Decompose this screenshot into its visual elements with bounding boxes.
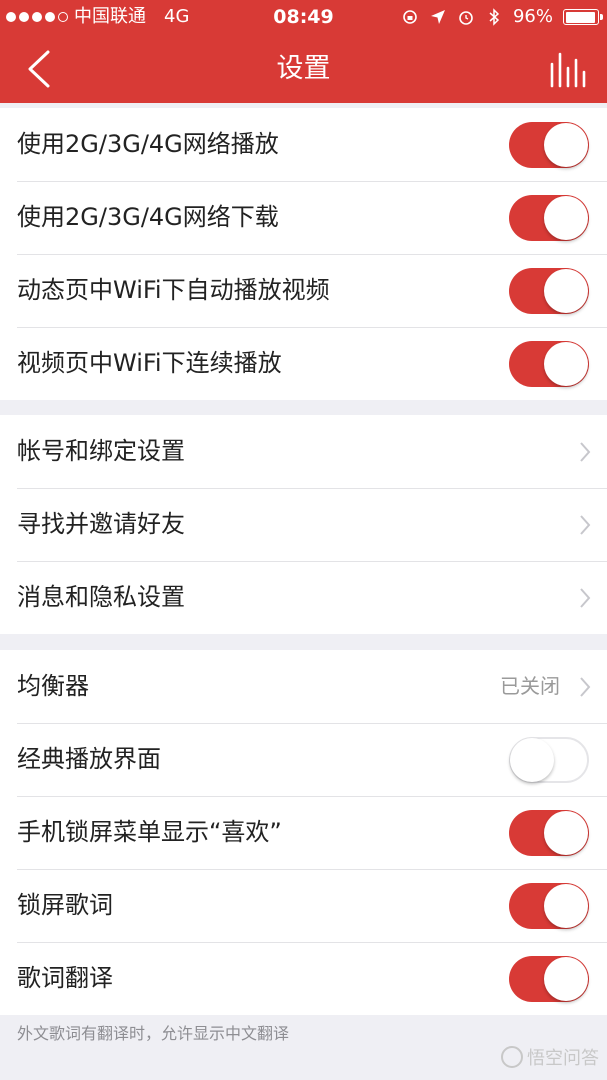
row-label: 帐号和绑定设置: [17, 437, 185, 465]
row-label: 动态页中WiFi下自动播放视频: [17, 276, 330, 304]
now-playing-icon[interactable]: [549, 50, 587, 88]
row-label: 歌词翻译: [17, 964, 113, 992]
network-settings-section: 使用2G/3G/4G网络播放 使用2G/3G/4G网络下载 动态页中WiFi下自…: [0, 108, 607, 400]
settings-row-mobile-play: 使用2G/3G/4G网络播放: [0, 108, 607, 181]
rotation-lock-icon: [403, 10, 417, 24]
settings-row-feed-autoplay: 动态页中WiFi下自动播放视频: [0, 254, 607, 327]
status-right: 96%: [401, 0, 603, 34]
row-label: 锁屏歌词: [17, 891, 113, 919]
chevron-right-icon: [580, 588, 591, 608]
row-label: 使用2G/3G/4G网络下载: [17, 203, 279, 231]
row-label: 手机锁屏菜单显示“喜欢”: [17, 818, 282, 846]
alarm-icon: [459, 11, 473, 25]
battery-percent: 96%: [512, 6, 553, 27]
mobile-download-toggle[interactable]: [509, 195, 589, 241]
settings-row-invite-friends[interactable]: 寻找并邀请好友: [0, 488, 607, 561]
lyrics-translation-hint: 外文歌词有翻译时，允许显示中文翻译: [17, 1024, 290, 1043]
lockscreen-like-toggle[interactable]: [509, 810, 589, 856]
settings-row-classic-player: 经典播放界面: [0, 723, 607, 796]
row-label: 均衡器: [17, 672, 89, 700]
header: 中国联通 4G 08:49 96% 设置: [0, 0, 607, 103]
lyrics-translation-toggle[interactable]: [509, 956, 589, 1002]
playback-section: 均衡器 已关闭 经典播放界面 手机锁屏菜单显示“喜欢” 锁屏歌词 歌词翻译: [0, 650, 607, 1015]
feed-autoplay-toggle[interactable]: [509, 268, 589, 314]
mobile-play-toggle[interactable]: [509, 122, 589, 168]
settings-row-video-continuous: 视频页中WiFi下连续播放: [0, 327, 607, 400]
settings-row-lockscreen-like: 手机锁屏菜单显示“喜欢”: [0, 796, 607, 869]
settings-row-account-binding[interactable]: 帐号和绑定设置: [0, 415, 607, 488]
chevron-right-icon: [580, 515, 591, 535]
page-title: 设置: [276, 53, 331, 84]
row-label: 寻找并邀请好友: [17, 510, 185, 538]
equalizer-status: 已关闭: [500, 674, 560, 698]
bluetooth-icon: [489, 8, 500, 26]
settings-row-privacy[interactable]: 消息和隐私设置: [0, 561, 607, 634]
lockscreen-lyrics-toggle[interactable]: [509, 883, 589, 929]
battery-fill: [565, 11, 596, 23]
watermark-logo-icon: [501, 1046, 523, 1068]
account-section: 帐号和绑定设置 寻找并邀请好友 消息和隐私设置: [0, 415, 607, 634]
classic-player-toggle[interactable]: [509, 737, 589, 783]
video-continuous-toggle[interactable]: [509, 341, 589, 387]
watermark: 悟空问答: [501, 1044, 599, 1070]
row-label: 使用2G/3G/4G网络播放: [17, 130, 279, 158]
settings-row-lyrics-translation: 歌词翻译: [0, 942, 607, 1015]
location-icon: [430, 10, 445, 24]
navbar: 设置: [0, 34, 607, 103]
settings-row-equalizer[interactable]: 均衡器 已关闭: [0, 650, 607, 723]
row-label: 视频页中WiFi下连续播放: [17, 349, 282, 377]
chevron-right-icon: [580, 442, 591, 462]
settings-row-lockscreen-lyrics: 锁屏歌词: [0, 869, 607, 942]
settings-row-mobile-download: 使用2G/3G/4G网络下载: [0, 181, 607, 254]
status-bar: 中国联通 4G 08:49 96%: [0, 0, 607, 34]
row-label: 经典播放界面: [17, 745, 161, 773]
watermark-text: 悟空问答: [527, 1048, 599, 1069]
row-label: 消息和隐私设置: [17, 583, 185, 611]
battery-icon: [563, 9, 603, 25]
chevron-right-icon: [580, 677, 591, 697]
